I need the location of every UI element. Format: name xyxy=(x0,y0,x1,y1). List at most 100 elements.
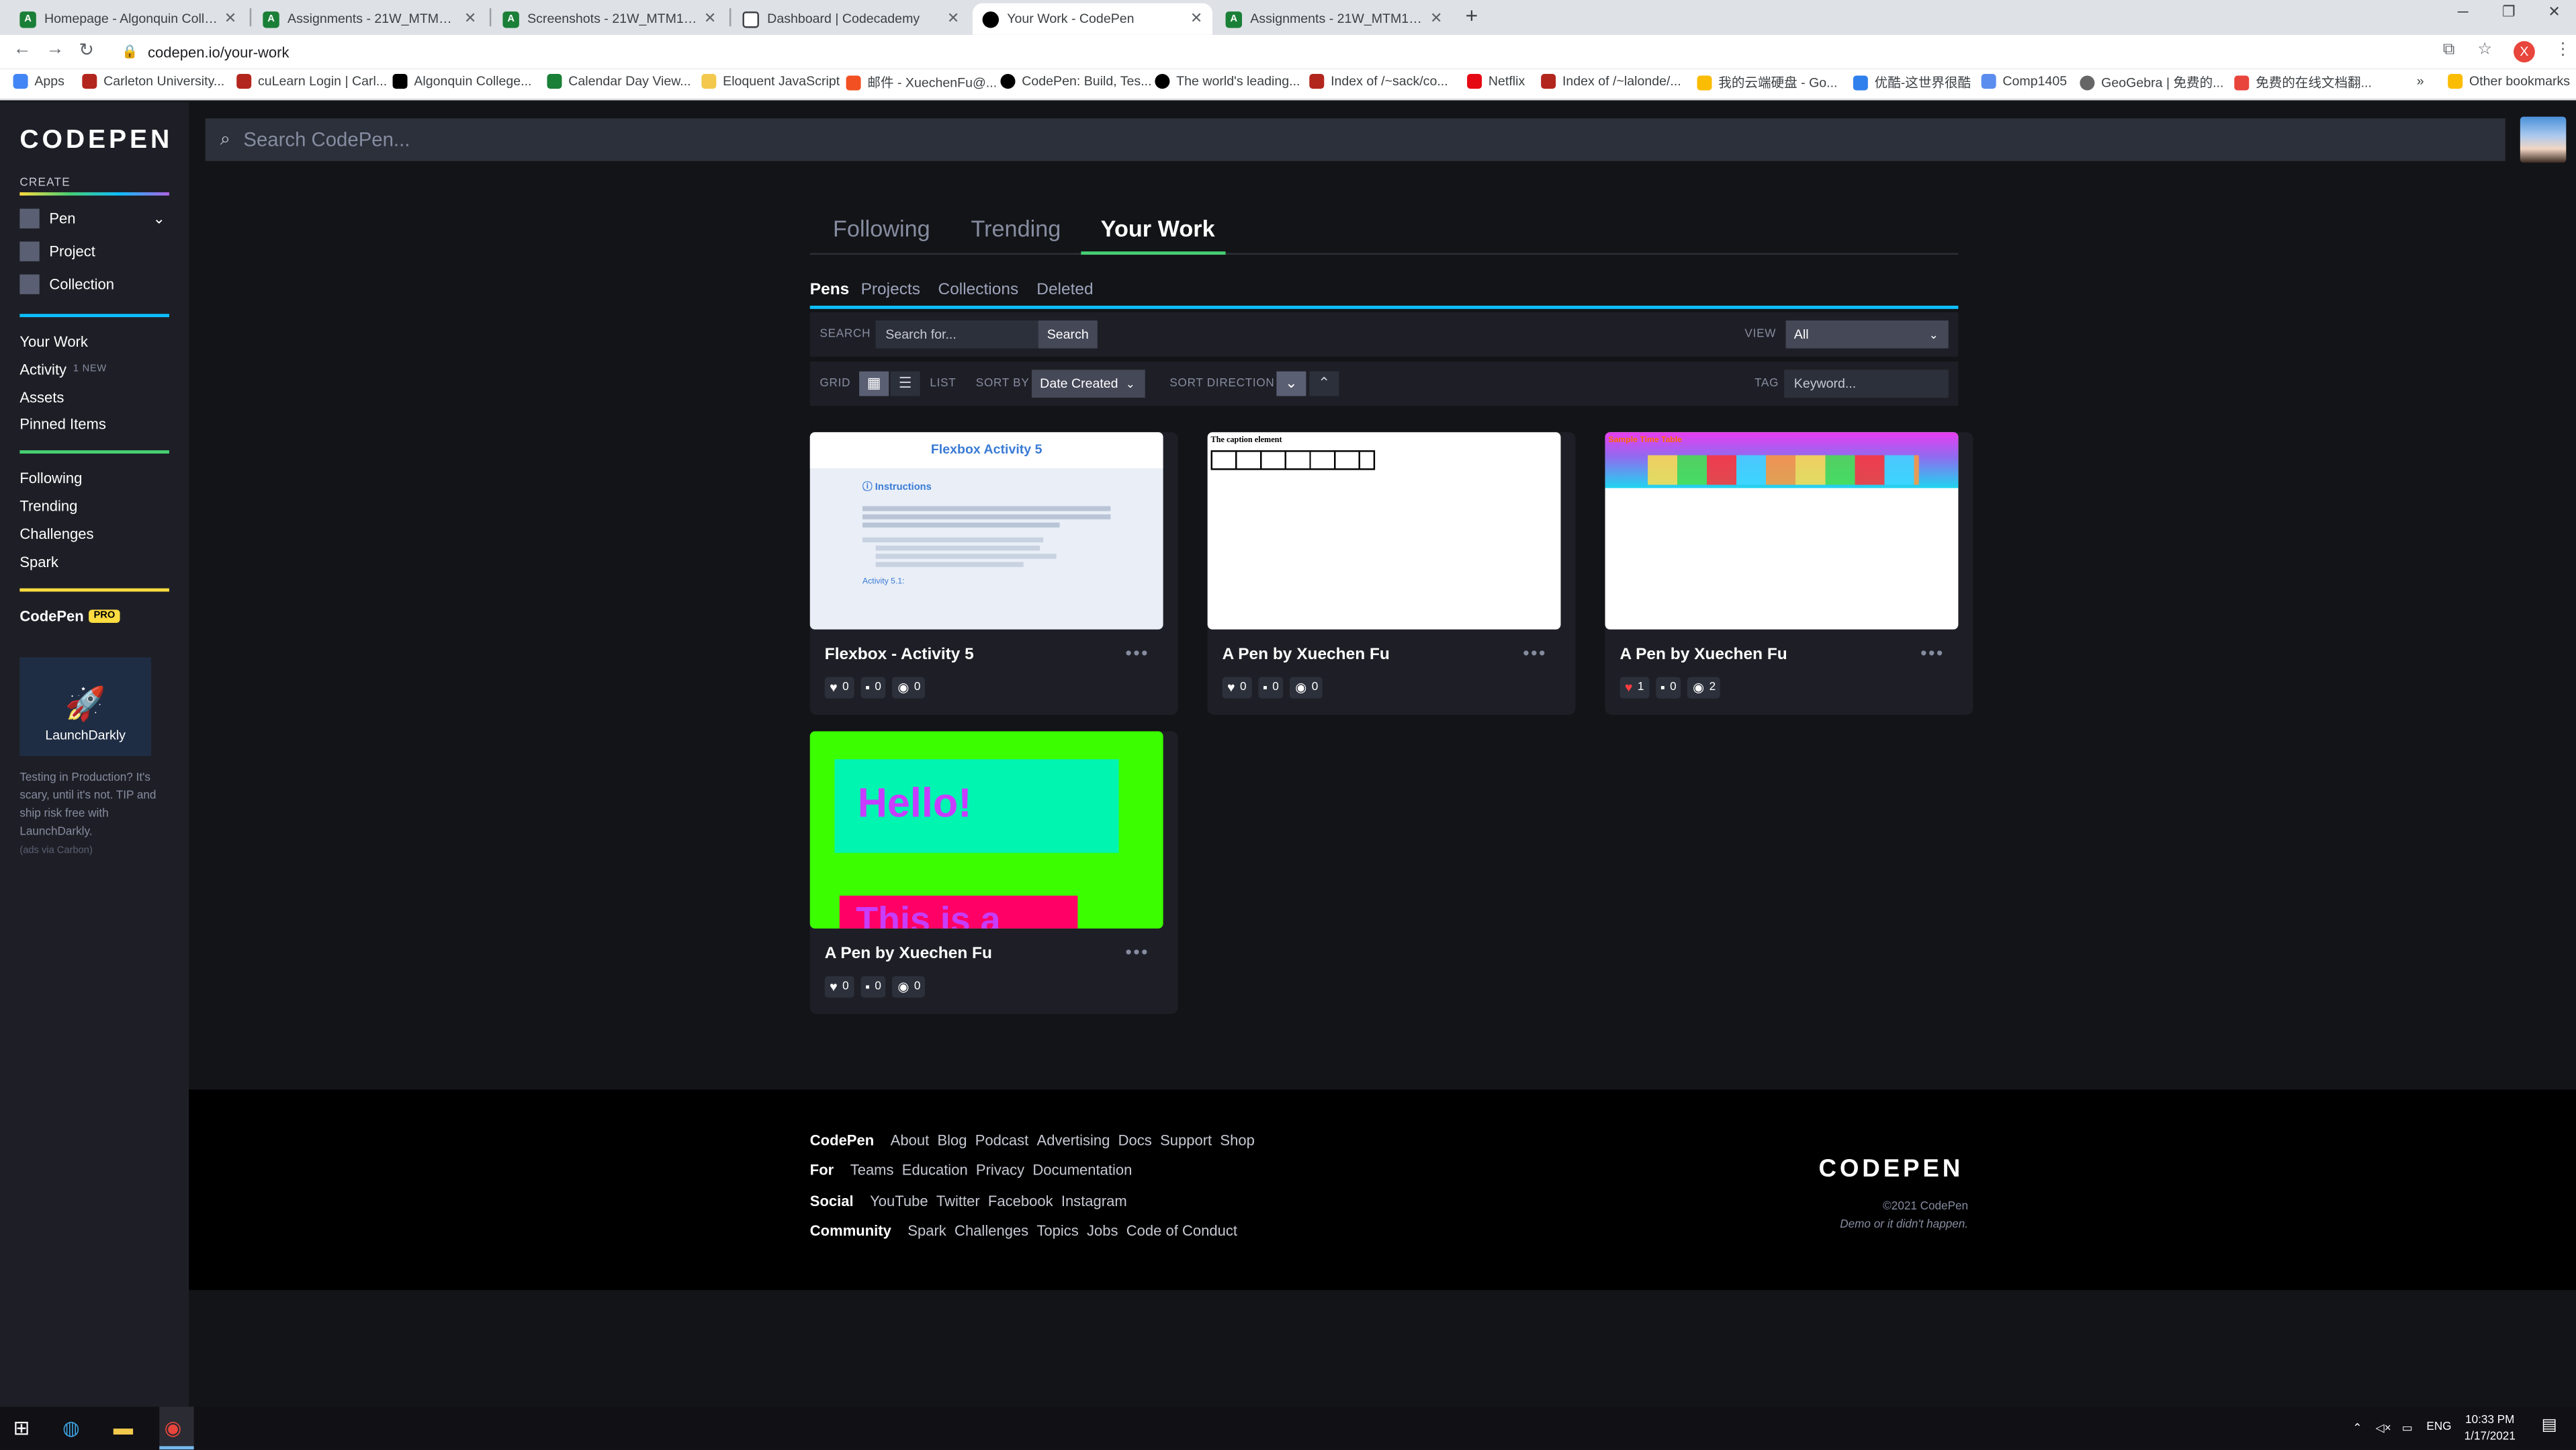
bookmark-item[interactable]: Netflix xyxy=(1467,74,1525,89)
search-button[interactable]: Search xyxy=(1038,320,1098,349)
more-options-icon[interactable]: ••• xyxy=(1125,644,1149,664)
close-icon[interactable]: ✕ xyxy=(1430,10,1442,28)
sidebar-item-project[interactable]: Project xyxy=(19,241,95,261)
bookmark-item[interactable]: 邮件 - XuechenFu@... xyxy=(846,74,997,92)
pen-card[interactable]: Hello! This is a A Pen by Xuechen Fu •••… xyxy=(809,731,1178,1015)
footer-link[interactable]: Instagram xyxy=(1061,1193,1127,1209)
chevron-up-icon[interactable]: ⌃ xyxy=(2352,1422,2362,1435)
sidebar-item-assets[interactable]: Assets xyxy=(19,390,64,406)
footer-link[interactable]: Documentation xyxy=(1032,1162,1132,1178)
close-window-icon[interactable]: ✕ xyxy=(2548,3,2560,22)
clock[interactable]: 10:33 PM 1/17/2021 xyxy=(2464,1413,2516,1446)
new-tab-button[interactable]: + xyxy=(1466,3,1478,28)
star-icon[interactable]: ☆ xyxy=(2477,41,2492,59)
footer-link[interactable]: Blog xyxy=(937,1132,967,1148)
edge-icon[interactable]: ◍ xyxy=(62,1416,80,1439)
tab-your-work[interactable]: Your Work xyxy=(1101,215,1215,241)
pen-preview[interactable]: The caption element xyxy=(1207,432,1561,630)
footer-logo[interactable]: CODEPEN xyxy=(1818,1155,1963,1183)
sort-asc-icon[interactable]: ⌃ xyxy=(1309,371,1339,396)
close-icon[interactable]: ✕ xyxy=(704,10,716,28)
bookmark-item[interactable]: Index of /~lalonde/... xyxy=(1541,74,1681,89)
subtab-deleted[interactable]: Deleted xyxy=(1036,281,1093,299)
subtab-collections[interactable]: Collections xyxy=(938,281,1019,299)
more-bookmarks[interactable]: » xyxy=(2417,74,2424,89)
list-view-icon[interactable]: ☰ xyxy=(890,371,920,396)
translate-icon[interactable]: ⧉ xyxy=(2443,41,2454,59)
sort-desc-icon[interactable]: ⌄ xyxy=(1276,371,1306,396)
bookmark-item[interactable]: 优酷-这世界很酷 xyxy=(1853,74,1971,92)
footer-link[interactable]: Docs xyxy=(1118,1132,1152,1148)
sidebar-item-pinned[interactable]: Pinned Items xyxy=(19,416,105,432)
view-select[interactable]: All ⌄ xyxy=(1785,320,1949,349)
footer-link[interactable]: Education xyxy=(902,1162,968,1178)
bookmark-apps[interactable]: Apps xyxy=(13,74,64,89)
close-icon[interactable]: ✕ xyxy=(947,10,959,28)
pen-preview[interactable]: Flexbox Activity 5 ⓘ Instructions Activi… xyxy=(809,432,1163,630)
more-options-icon[interactable]: ••• xyxy=(1523,644,1547,664)
reload-icon[interactable]: ↻ xyxy=(79,40,94,60)
close-icon[interactable]: ✕ xyxy=(224,10,236,28)
minimize-icon[interactable]: ─ xyxy=(2458,3,2469,19)
browser-tab[interactable]: Dashboard | Codecademy ✕ xyxy=(733,3,969,34)
network-icon[interactable]: ▭ xyxy=(2402,1422,2413,1435)
browser-tab[interactable]: A Assignments - 21W_MTM1526_3 ✕ xyxy=(253,3,486,34)
footer-link[interactable]: About xyxy=(891,1132,930,1148)
footer-link[interactable]: Podcast xyxy=(975,1132,1029,1148)
browser-tab[interactable]: A Homepage - Algonquin College ✕ xyxy=(10,3,247,34)
sidebar-item-challenges[interactable]: Challenges xyxy=(19,526,93,542)
grid-view-icon[interactable]: ▦ xyxy=(859,371,889,396)
ad-via[interactable]: (ads via Carbon) xyxy=(19,847,92,857)
bookmark-other[interactable]: Other bookmarks xyxy=(2448,74,2570,89)
pen-title[interactable]: A Pen by Xuechen Fu xyxy=(825,945,992,963)
like-button[interactable]: ♥ 0 xyxy=(1222,677,1251,699)
like-button[interactable]: ♥ 0 xyxy=(824,677,854,699)
file-explorer-icon[interactable]: ▬ xyxy=(114,1416,133,1439)
ad-image[interactable]: 🚀 LaunchDarkly xyxy=(19,657,152,757)
pen-preview[interactable]: Sample Time Table xyxy=(1605,432,1959,630)
footer-link[interactable]: Topics xyxy=(1036,1223,1078,1239)
more-options-icon[interactable]: ••• xyxy=(1920,644,1945,664)
forward-icon[interactable]: → xyxy=(46,40,64,59)
pen-card[interactable]: Flexbox Activity 5 ⓘ Instructions Activi… xyxy=(809,432,1178,715)
bookmark-item[interactable]: Calendar Day View... xyxy=(547,74,691,89)
chevron-down-icon[interactable]: ⌄ xyxy=(152,210,165,228)
bookmark-item[interactable]: Comp1405 xyxy=(1981,74,2067,89)
pen-search-input[interactable]: Search for... xyxy=(875,320,1040,349)
pen-title[interactable]: Flexbox - Activity 5 xyxy=(825,646,974,664)
sidebar-item-trending[interactable]: Trending xyxy=(19,498,77,514)
footer-link[interactable]: Shop xyxy=(1220,1132,1254,1148)
pen-card[interactable]: The caption element A Pen by Xuechen Fu … xyxy=(1207,432,1576,715)
tag-input[interactable]: Keyword... xyxy=(1784,370,1949,398)
language-indicator[interactable]: ENG xyxy=(2426,1422,2451,1433)
footer-heading[interactable]: CodePen xyxy=(810,1132,874,1148)
tab-following[interactable]: Following xyxy=(833,215,930,241)
footer-link[interactable]: Facebook xyxy=(988,1193,1053,1209)
bookmark-item[interactable]: CodePen: Build, Tes... xyxy=(1000,74,1152,89)
comment-button[interactable]: ▪ 0 xyxy=(860,677,887,699)
like-button[interactable]: ♥ 1 xyxy=(1619,677,1649,699)
comment-button[interactable]: ▪ 0 xyxy=(1257,677,1284,699)
browser-tab-active[interactable]: Your Work - CodePen ✕ xyxy=(972,3,1212,35)
footer-link[interactable]: Teams xyxy=(850,1162,894,1178)
avatar[interactable] xyxy=(2520,116,2567,163)
sidebar-item-collection[interactable]: Collection xyxy=(19,274,114,294)
volume-icon[interactable]: ◁× xyxy=(2376,1422,2391,1435)
sidebar-item-spark[interactable]: Spark xyxy=(19,554,58,570)
pen-preview[interactable]: Hello! This is a xyxy=(809,731,1163,929)
footer-link[interactable]: Spark xyxy=(907,1223,946,1239)
footer-link[interactable]: Challenges xyxy=(954,1223,1028,1239)
comment-button[interactable]: ▪ 0 xyxy=(1655,677,1682,699)
profile-avatar[interactable]: X xyxy=(2514,41,2535,62)
sidebar-item-pen[interactable]: Pen xyxy=(19,208,76,228)
comment-button[interactable]: ▪ 0 xyxy=(860,976,887,998)
footer-link[interactable]: Privacy xyxy=(976,1162,1024,1178)
close-icon[interactable]: ✕ xyxy=(464,10,476,28)
bookmark-item[interactable]: 免费的在线文档翻... xyxy=(2234,74,2372,92)
tab-trending[interactable]: Trending xyxy=(971,215,1061,241)
close-icon[interactable]: ✕ xyxy=(1190,10,1202,28)
footer-link[interactable]: Advertising xyxy=(1037,1132,1110,1148)
menu-icon[interactable]: ⋮ xyxy=(2555,41,2571,59)
ad-text[interactable]: Testing in Production? It's scary, until… xyxy=(19,769,164,842)
chrome-icon[interactable]: ◉ xyxy=(165,1416,182,1439)
